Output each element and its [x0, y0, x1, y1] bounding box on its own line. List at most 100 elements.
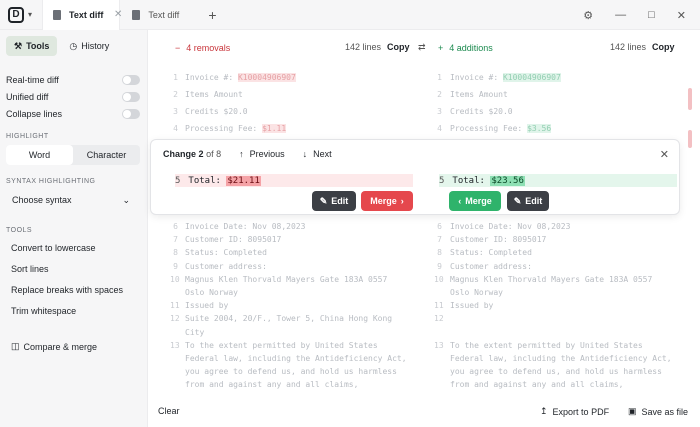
- tab-text-diff[interactable]: Text diff: [122, 0, 202, 30]
- left-copy-button[interactable]: Copy: [387, 42, 410, 52]
- plus-icon: +: [438, 43, 444, 53]
- code-line[interactable]: To the extent permitted by United States: [185, 339, 378, 352]
- code-line[interactable]: Credits $20.0: [450, 105, 513, 118]
- merge-left-button[interactable]: ‹ Merge: [449, 191, 501, 211]
- chevron-right-icon: ›: [400, 196, 404, 206]
- line-number: 13: [170, 340, 180, 350]
- tool-convert-lowercase[interactable]: Convert to lowercase: [11, 243, 96, 253]
- changed-token: $3.56: [527, 124, 552, 133]
- code-text: Status: Completed: [450, 248, 532, 258]
- edit-label: Edit: [331, 196, 349, 206]
- code-text: Credits $20.0: [450, 107, 513, 116]
- code-text: City: [185, 327, 205, 337]
- syntax-select[interactable]: Choose syntax ⌄: [6, 191, 136, 209]
- highlight-character-option[interactable]: Character: [73, 145, 140, 165]
- code-line[interactable]: Customer ID: 8095017: [185, 233, 281, 246]
- close-tab-icon[interactable]: ✕: [114, 9, 122, 20]
- changed-token: K10004906907: [237, 73, 296, 82]
- removed-value: $21.11: [226, 175, 261, 186]
- code-line[interactable]: Credits $20.0: [185, 105, 248, 118]
- compare-merge-button[interactable]: ◫ Compare & merge: [11, 341, 97, 352]
- swap-icon[interactable]: ⇄: [418, 42, 426, 53]
- code-line[interactable]: Oslo Norway: [450, 286, 503, 299]
- tool-sort-lines[interactable]: Sort lines: [11, 264, 49, 274]
- code-line[interactable]: Items Amount: [450, 88, 508, 101]
- code-line[interactable]: Customer address:: [450, 260, 532, 273]
- code-line[interactable]: Invoice Date: Nov 08,2023: [185, 220, 305, 233]
- code-line[interactable]: Issued by: [185, 299, 228, 312]
- code-line[interactable]: To the extent permitted by United States: [450, 339, 643, 352]
- left-edit-button[interactable]: ✎ Edit: [312, 191, 356, 211]
- diff-scroll-marker[interactable]: [688, 130, 692, 148]
- code-line[interactable]: Customer ID: 8095017: [450, 233, 546, 246]
- code-line[interactable]: Magnus Klen Thorvald Mayers Gate 183A 05…: [450, 273, 652, 286]
- merge-right-button[interactable]: Merge ›: [361, 191, 413, 211]
- option-unified-diff: Unified diff: [6, 89, 140, 105]
- minimize-icon[interactable]: —: [615, 9, 626, 21]
- next-label: Next: [313, 149, 332, 159]
- code-text: Magnus Klen Thorvald Mayers Gate 183A 05…: [450, 274, 653, 284]
- line-number: 6: [437, 222, 442, 231]
- history-tab-label: History: [81, 41, 110, 51]
- maximize-icon[interactable]: □: [648, 9, 655, 21]
- line-number: 2: [173, 90, 178, 99]
- tool-replace-breaks[interactable]: Replace breaks with spaces: [11, 285, 123, 295]
- app-logo[interactable]: D: [8, 6, 24, 23]
- code-line[interactable]: Suite 2004, 20/F., Tower 5, China Hong K…: [185, 312, 392, 325]
- clear-label: Clear: [158, 406, 180, 416]
- code-line[interactable]: you agree to defend us, and hold us harm…: [450, 365, 662, 378]
- code-line[interactable]: Processing Fee: $3.56: [450, 122, 552, 135]
- line-number: 10: [434, 274, 444, 284]
- code-line[interactable]: Oslo Norway: [185, 286, 238, 299]
- code-text: To the extent permitted by United States: [185, 340, 378, 350]
- clear-button[interactable]: Clear: [158, 406, 180, 416]
- close-popup-icon[interactable]: ✕: [660, 148, 669, 161]
- history-tab[interactable]: ◷ History: [61, 36, 117, 56]
- add-tab-icon[interactable]: +: [208, 7, 216, 23]
- code-line[interactable]: Processing Fee: $1.11: [185, 122, 287, 135]
- change-total: of 8: [206, 149, 222, 159]
- line-number: 8: [173, 248, 178, 258]
- real-time-diff-toggle[interactable]: [122, 75, 140, 85]
- collapse-lines-toggle[interactable]: [122, 109, 140, 119]
- code-line[interactable]: Magnus Klen Thorvald Mayers Gate 183A 05…: [185, 273, 387, 286]
- right-edit-button[interactable]: ✎ Edit: [507, 191, 549, 211]
- code-line[interactable]: Status: Completed: [185, 246, 267, 259]
- minus-icon: −: [175, 43, 181, 53]
- additions-header: + 4 additions: [438, 38, 493, 58]
- code-line[interactable]: from and against any and all claims,: [185, 378, 358, 391]
- gear-icon[interactable]: ⚙: [583, 9, 593, 22]
- previous-button[interactable]: ↑ Previous: [239, 149, 285, 159]
- code-line[interactable]: City: [185, 326, 204, 339]
- code-line[interactable]: Customer address:: [185, 260, 267, 273]
- code-line[interactable]: Issued by: [450, 299, 493, 312]
- code-line[interactable]: Federal law, including the Antideficienc…: [185, 352, 407, 365]
- highlight-word-option[interactable]: Word: [6, 145, 73, 165]
- tools-tab[interactable]: ⚒ Tools: [6, 36, 58, 56]
- code-line[interactable]: Items Amount: [185, 88, 243, 101]
- arrow-down-icon: ↓: [302, 149, 308, 159]
- save-file-button[interactable]: ▣ Save as file: [628, 406, 688, 417]
- line-number: 12: [170, 314, 180, 324]
- code-line[interactable]: Status: Completed: [450, 246, 532, 259]
- close-icon[interactable]: ✕: [677, 9, 686, 22]
- export-pdf-button[interactable]: ↥ Export to PDF: [540, 406, 609, 417]
- highlight-segmented-control: Word Character: [6, 145, 140, 165]
- unified-diff-toggle[interactable]: [122, 92, 140, 102]
- code-text: you agree to defend us, and hold us harm…: [450, 367, 662, 377]
- next-button[interactable]: ↓ Next: [303, 149, 332, 159]
- code-line[interactable]: you agree to defend us, and hold us harm…: [185, 365, 397, 378]
- tab-text-diff-active[interactable]: Text diff: [42, 0, 121, 30]
- diff-scroll-marker[interactable]: [688, 88, 692, 110]
- chevron-down-icon[interactable]: ▾: [28, 10, 32, 19]
- tool-trim-whitespace[interactable]: Trim whitespace: [11, 306, 76, 316]
- code-line[interactable]: Federal law, including the Antideficienc…: [450, 352, 672, 365]
- code-line[interactable]: from and against any and all claims,: [450, 378, 623, 391]
- code-line[interactable]: Invoice #: K10004906907: [450, 71, 561, 84]
- line-number: 3: [437, 107, 442, 116]
- code-line[interactable]: Invoice #: K10004906907: [185, 71, 296, 84]
- code-line[interactable]: Invoice Date: Nov 08,2023: [450, 220, 570, 233]
- code-text: from and against any and all claims,: [185, 380, 359, 390]
- line-text: Total:: [188, 175, 227, 186]
- right-copy-button[interactable]: Copy: [652, 42, 675, 52]
